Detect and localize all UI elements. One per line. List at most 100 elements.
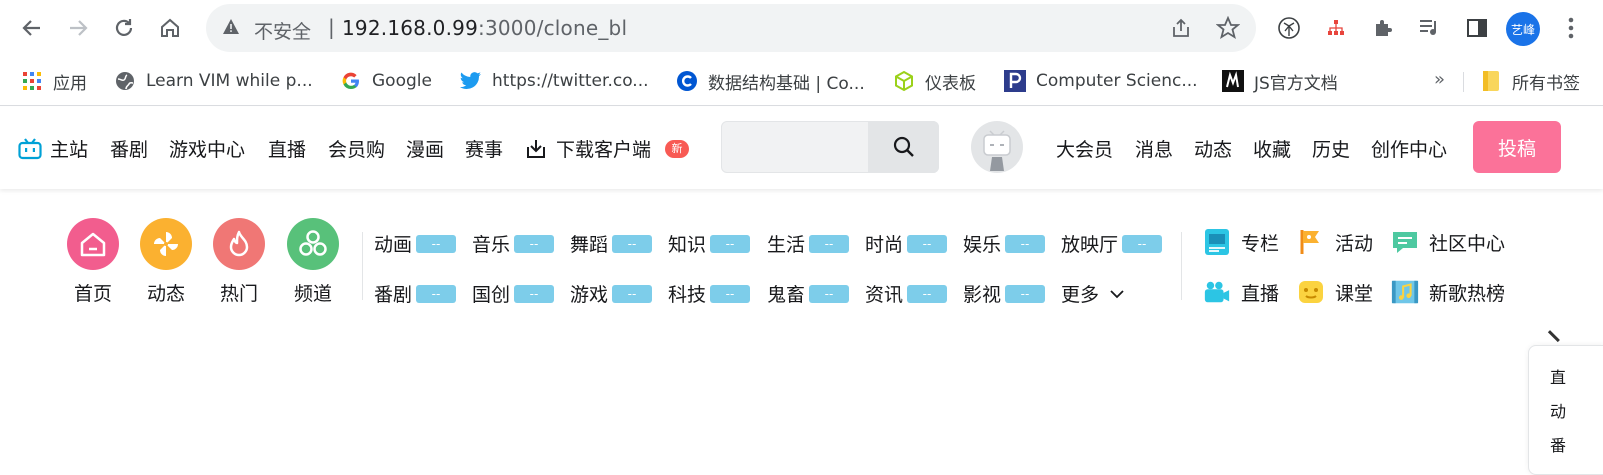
link-favorites[interactable]: 收藏 <box>1253 135 1291 162</box>
back-button[interactable] <box>14 10 50 46</box>
side-link-classroom[interactable]: 课堂 <box>1297 278 1373 306</box>
category-music[interactable]: 音乐 -- <box>472 230 555 257</box>
category-life[interactable]: 生活 -- <box>767 230 850 257</box>
category-count: -- <box>416 234 457 253</box>
channel-home[interactable] <box>67 218 119 270</box>
bookmark-coursera[interactable]: 数据结构基础 | Co... <box>676 67 865 95</box>
bookmark-apps[interactable]: 应用 <box>21 67 87 95</box>
category-count: -- <box>809 234 850 253</box>
category-knowledge[interactable]: 知识 -- <box>668 230 751 257</box>
url-separator: | <box>328 15 335 39</box>
category-tech[interactable]: 科技 -- <box>668 280 751 307</box>
nav-bangumi[interactable]: 番剧 <box>110 135 148 162</box>
extension-palm[interactable] <box>1275 14 1303 42</box>
nav-manga[interactable]: 漫画 <box>406 135 444 162</box>
user-avatar[interactable] <box>971 121 1023 173</box>
nav-vip-shop[interactable]: 会员购 <box>328 135 385 162</box>
category-guochuang[interactable]: 国创 -- <box>472 280 555 307</box>
category-label: 娱乐 <box>963 234 1002 256</box>
category-film[interactable]: 影视 -- <box>963 280 1046 307</box>
profile-avatar[interactable]: 艺峰 <box>1506 12 1540 46</box>
bookmark-js-docs[interactable]: JS官方文档 <box>1222 67 1338 95</box>
site-header: 主站 番剧 游戏中心 直播 会员购 漫画 赛事 下载客户端 新 大会员 消息 动… <box>0 107 1603 189</box>
nav-esports[interactable]: 赛事 <box>465 135 503 162</box>
side-link-column[interactable]: 专栏 <box>1203 228 1279 256</box>
nav-game-center[interactable]: 游戏中心 <box>169 135 245 162</box>
security-label[interactable]: 不安全 <box>254 17 311 44</box>
channel-divider-right <box>1181 232 1182 300</box>
home-outline-icon <box>161 18 179 37</box>
share-icon[interactable] <box>1170 17 1192 39</box>
category-dance[interactable]: 舞蹈 -- <box>570 230 653 257</box>
float-item-bangumi[interactable]: 番 <box>1550 432 1566 456</box>
side-link-live[interactable]: 直播 <box>1203 278 1279 306</box>
chat-icon <box>1391 228 1419 256</box>
nav-label: 下载客户端 <box>556 139 652 161</box>
side-link-hot-songs[interactable]: 新歌热榜 <box>1391 278 1505 306</box>
bilibili-tv-icon <box>18 137 42 159</box>
channel-channels[interactable] <box>287 218 339 270</box>
category-bangumi[interactable]: 番剧 -- <box>374 280 457 307</box>
category-animation[interactable]: 动画 -- <box>374 230 457 257</box>
category-label: 放映厅 <box>1061 234 1119 256</box>
side-link-activity[interactable]: 活动 <box>1297 228 1373 256</box>
category-more-button[interactable]: 更多 <box>1061 280 1125 307</box>
channel-hot[interactable] <box>213 218 265 270</box>
search-button[interactable] <box>868 121 939 173</box>
bookmark-label: https://twitter.co... <box>492 71 649 91</box>
bookmark-label: 所有书签 <box>1512 73 1580 94</box>
reload-button[interactable] <box>106 10 142 46</box>
category-count: -- <box>514 234 555 253</box>
url-host: 192.168.0.99 <box>342 16 478 40</box>
extensions-button[interactable] <box>1369 14 1397 42</box>
category-fashion[interactable]: 时尚 -- <box>865 230 948 257</box>
side-link-label: 直播 <box>1241 282 1280 305</box>
category-count: -- <box>1122 234 1163 253</box>
menu-dots-icon[interactable] <box>1568 16 1574 40</box>
link-dynamic[interactable]: 动态 <box>1194 135 1232 162</box>
forward-button[interactable] <box>60 10 96 46</box>
category-cinema[interactable]: 放映厅 -- <box>1061 230 1163 257</box>
camera-icon <box>1203 278 1231 306</box>
category-kichiku[interactable]: 鬼畜 -- <box>767 280 850 307</box>
bookmark-star-icon[interactable] <box>1216 16 1240 40</box>
home-button[interactable] <box>152 10 188 46</box>
side-link-label: 活动 <box>1335 232 1374 255</box>
float-item-live[interactable]: 直 <box>1550 364 1566 388</box>
side-panel-button[interactable] <box>1463 14 1491 42</box>
upload-button[interactable]: 投稿 <box>1473 121 1561 173</box>
side-link-community[interactable]: 社区中心 <box>1391 228 1505 256</box>
category-label: 动画 <box>374 234 413 256</box>
category-news[interactable]: 资讯 -- <box>865 280 948 307</box>
bookmarks-overflow-button[interactable]: » <box>1434 69 1445 90</box>
more-label: 更多 <box>1061 284 1100 306</box>
url-text[interactable]: 192.168.0.99:3000/clone_bl <box>342 16 627 40</box>
category-games[interactable]: 游戏 -- <box>570 280 653 307</box>
link-messages[interactable]: 消息 <box>1135 135 1173 162</box>
link-creator-center[interactable]: 创作中心 <box>1371 135 1447 162</box>
category-count: -- <box>809 284 850 303</box>
nav-download-client[interactable]: 下载客户端 新 <box>524 135 690 162</box>
float-item-dynamic[interactable]: 动 <box>1550 398 1566 422</box>
address-bar[interactable]: 不安全 | 192.168.0.99:3000/clone_bl <box>206 4 1256 52</box>
bookmark-all-folder[interactable]: 所有书签 <box>1480 67 1580 95</box>
link-history[interactable]: 历史 <box>1312 135 1350 162</box>
channel-dynamic-label: 动态 <box>146 283 185 305</box>
bookmark-twitter[interactable]: https://twitter.co... <box>460 67 649 95</box>
nav-main-site[interactable]: 主站 <box>18 135 88 162</box>
nav-live[interactable]: 直播 <box>268 135 306 162</box>
bookmark-dashboard[interactable]: 仪表板 <box>893 67 976 95</box>
bookmark-google[interactable]: Google <box>340 67 432 95</box>
category-entertainment[interactable]: 娱乐 -- <box>963 230 1046 257</box>
channel-dynamic[interactable] <box>140 218 192 270</box>
category-label: 时尚 <box>865 234 904 256</box>
bookmark-label: Computer Scienc... <box>1036 71 1198 91</box>
cube-icon <box>893 70 915 92</box>
bookmark-learn-vim[interactable]: Learn VIM while p... <box>114 67 313 95</box>
reading-list-button[interactable] <box>1416 14 1444 42</box>
category-label: 资讯 <box>865 284 904 306</box>
bookmark-computer-science[interactable]: Computer Scienc... <box>1004 67 1198 95</box>
extension-sitemap[interactable] <box>1322 14 1350 42</box>
bookmarks-bar: 应用 Learn VIM while p... Google https://t… <box>0 56 1603 106</box>
link-big-vip[interactable]: 大会员 <box>1056 135 1113 162</box>
